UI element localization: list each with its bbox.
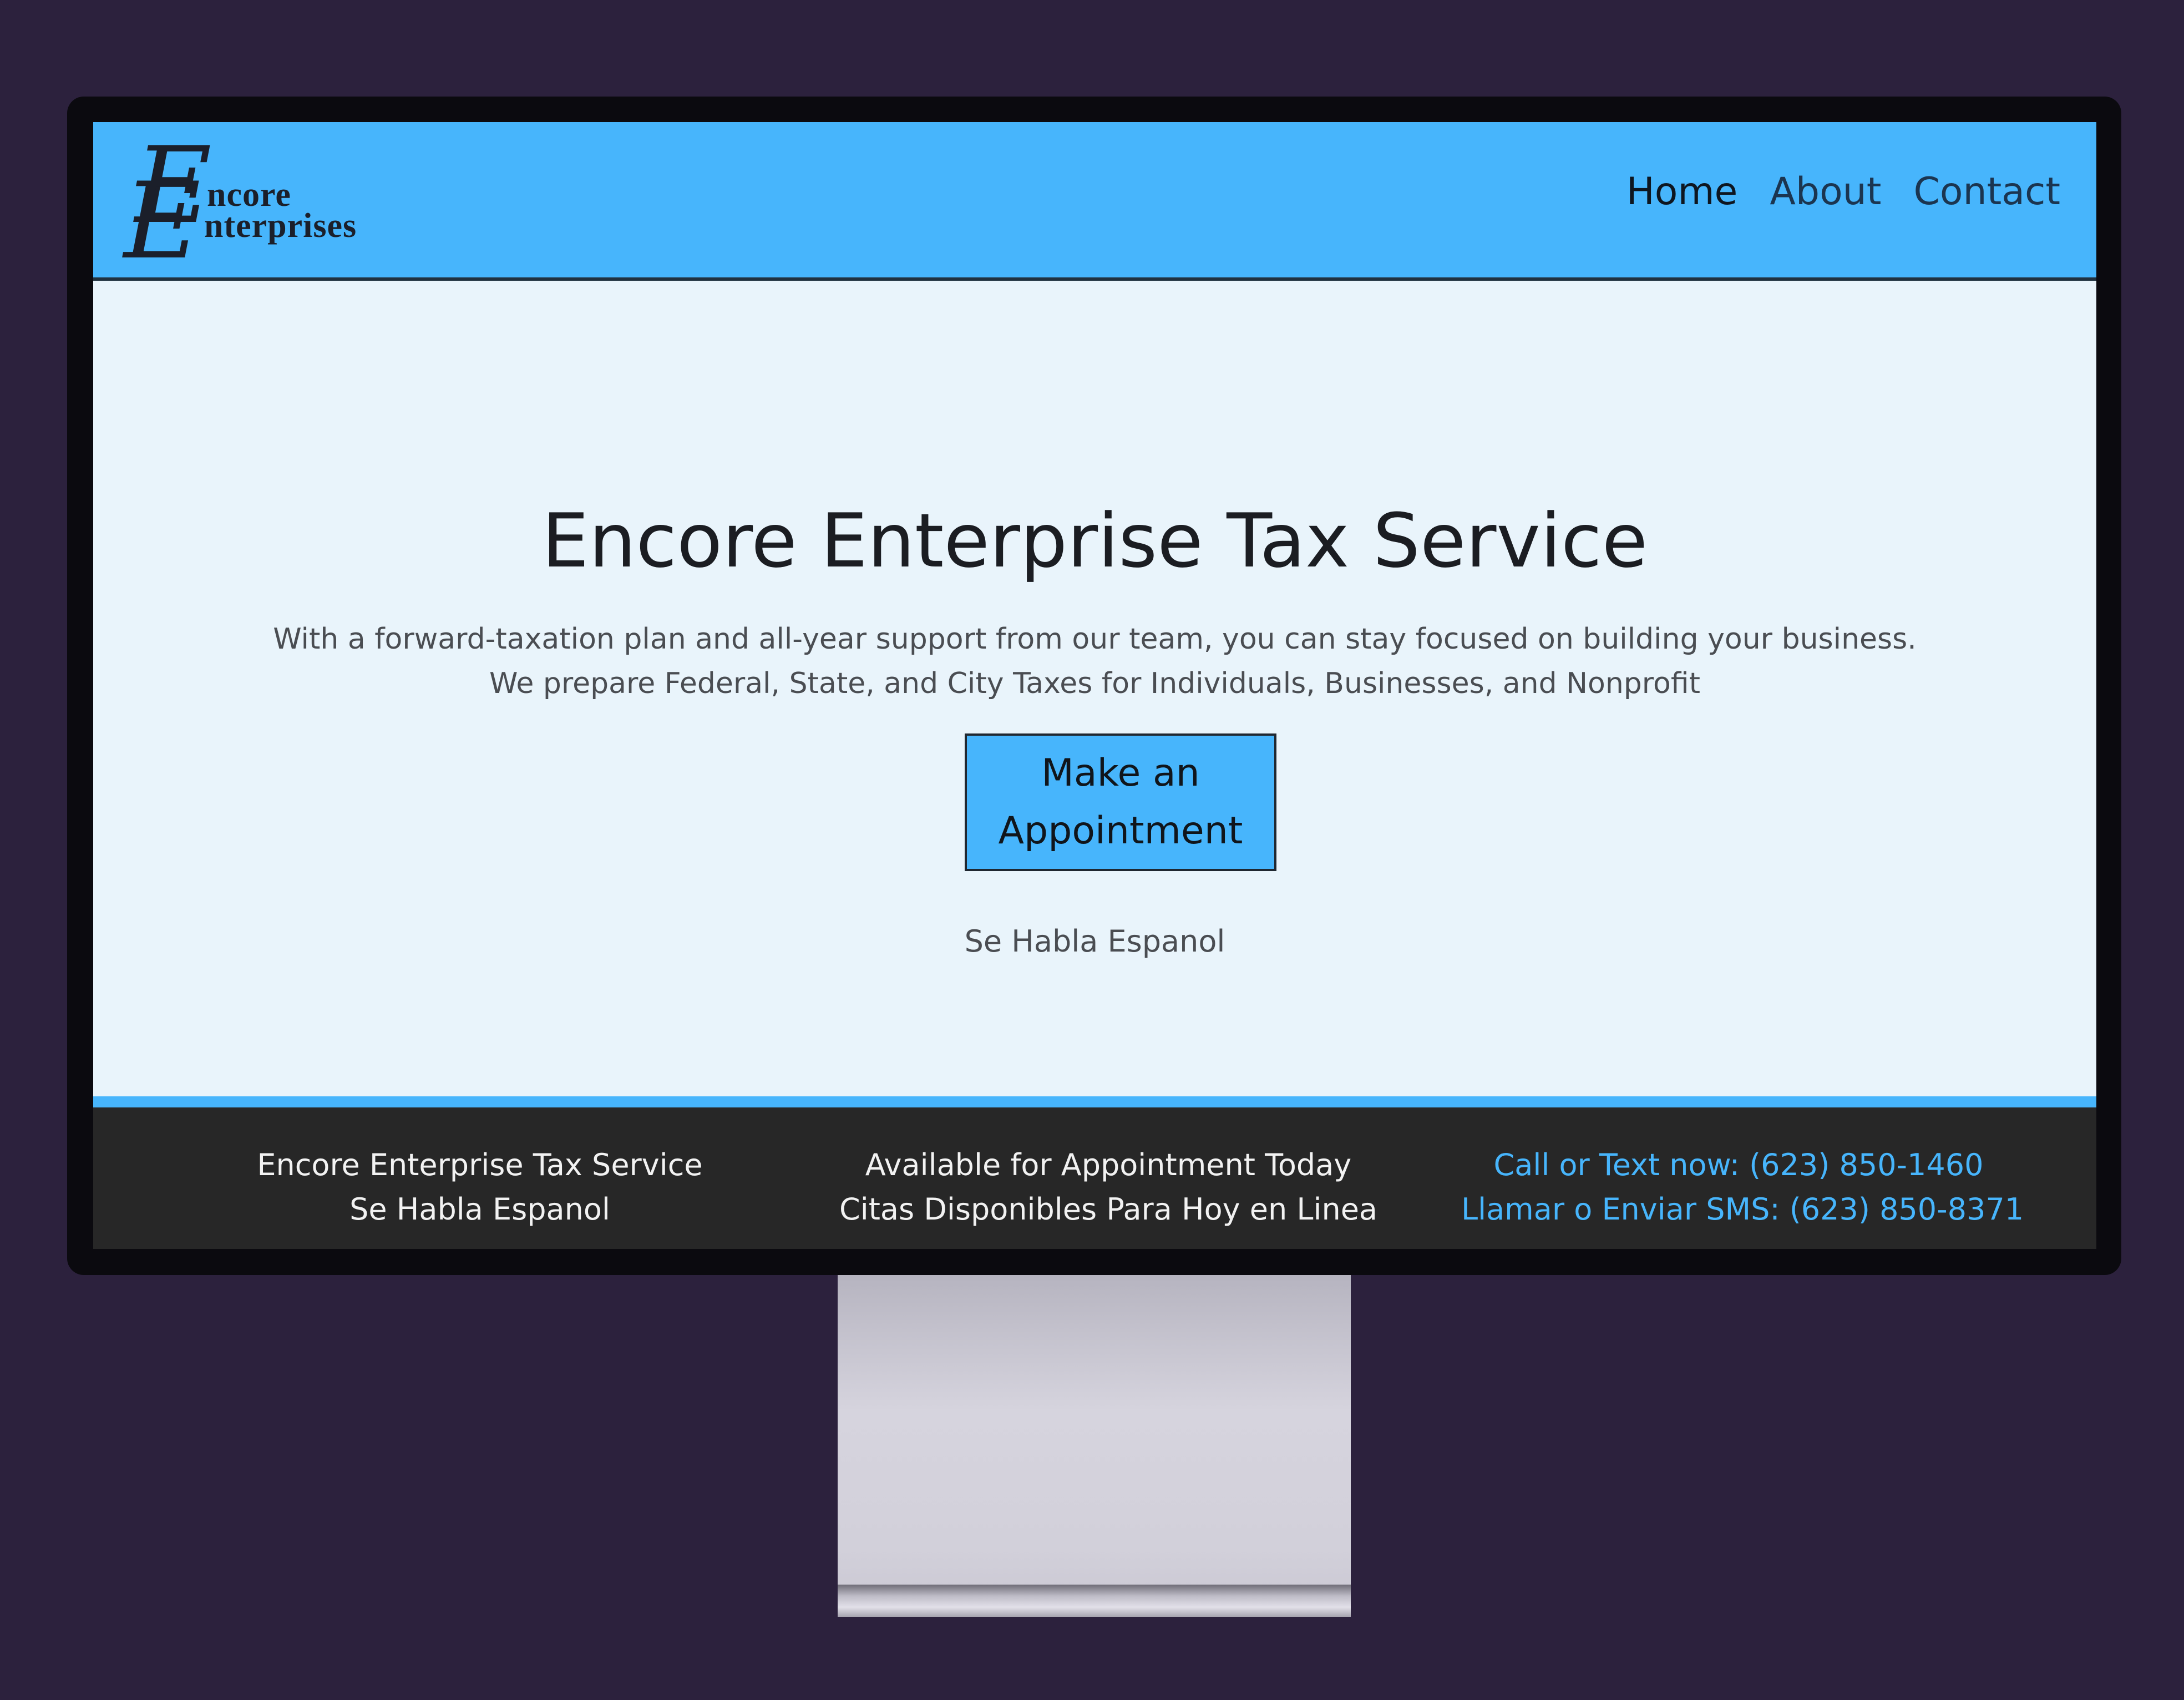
site-footer: Encore Enterprise Tax Service Se Habla E… [93,1096,2096,1249]
page-title: Encore Enterprise Tax Service [541,498,1648,584]
footer-phone-link-es[interactable]: Llamar o Enviar SMS: (623) 850-8371 [1461,1187,2024,1232]
nav-about-link[interactable]: About [1770,173,1881,211]
logo-letter-e-bottom: E [124,160,201,282]
appointment-button-line-2: Appointment [998,809,1243,853]
make-appointment-button[interactable]: Make an Appointment [965,733,1276,871]
hero-description-line-2: We prepare Federal, State, and City Taxe… [489,667,1700,700]
footer-company-column: Encore Enterprise Tax Service Se Habla E… [239,1143,721,1232]
footer-spanish-note: Se Habla Espanol [349,1192,610,1227]
footer-availability-en: Available for Appointment Today [865,1147,1352,1182]
nav-home-link[interactable]: Home [1626,173,1738,211]
monitor-stand-base [838,1585,1351,1617]
monitor-stand [838,1275,1351,1617]
footer-company-name: Encore Enterprise Tax Service [257,1147,703,1182]
encore-enterprises-logo[interactable]: E E ncore nterprises [124,133,390,274]
logo-line-nterprises: nterprises [204,207,357,245]
website-screen: E E ncore nterprises Home About Contact … [93,122,2096,1249]
footer-phone-link-en[interactable]: Call or Text now: (623) 850-1460 [1461,1143,2016,1187]
site-header: E E ncore nterprises Home About Contact [93,122,2096,281]
spanish-spoken-note: Se Habla Espanol [964,924,1225,959]
footer-availability-es: Citas Disponibles Para Hoy en Linea [839,1192,1378,1227]
hero-section: Encore Enterprise Tax Service With a for… [93,281,2096,1096]
main-nav: Home About Contact [1626,173,2060,211]
appointment-button-line-1: Make an [1041,751,1200,795]
hero-description-line-1: With a forward-taxation plan and all-yea… [273,623,1917,656]
footer-availability-column: Available for Appointment Today Citas Di… [831,1143,1386,1232]
footer-contact-column: Call or Text now: (623) 850-1460 Llamar … [1461,1143,2024,1232]
nav-contact-link[interactable]: Contact [1913,173,2060,211]
